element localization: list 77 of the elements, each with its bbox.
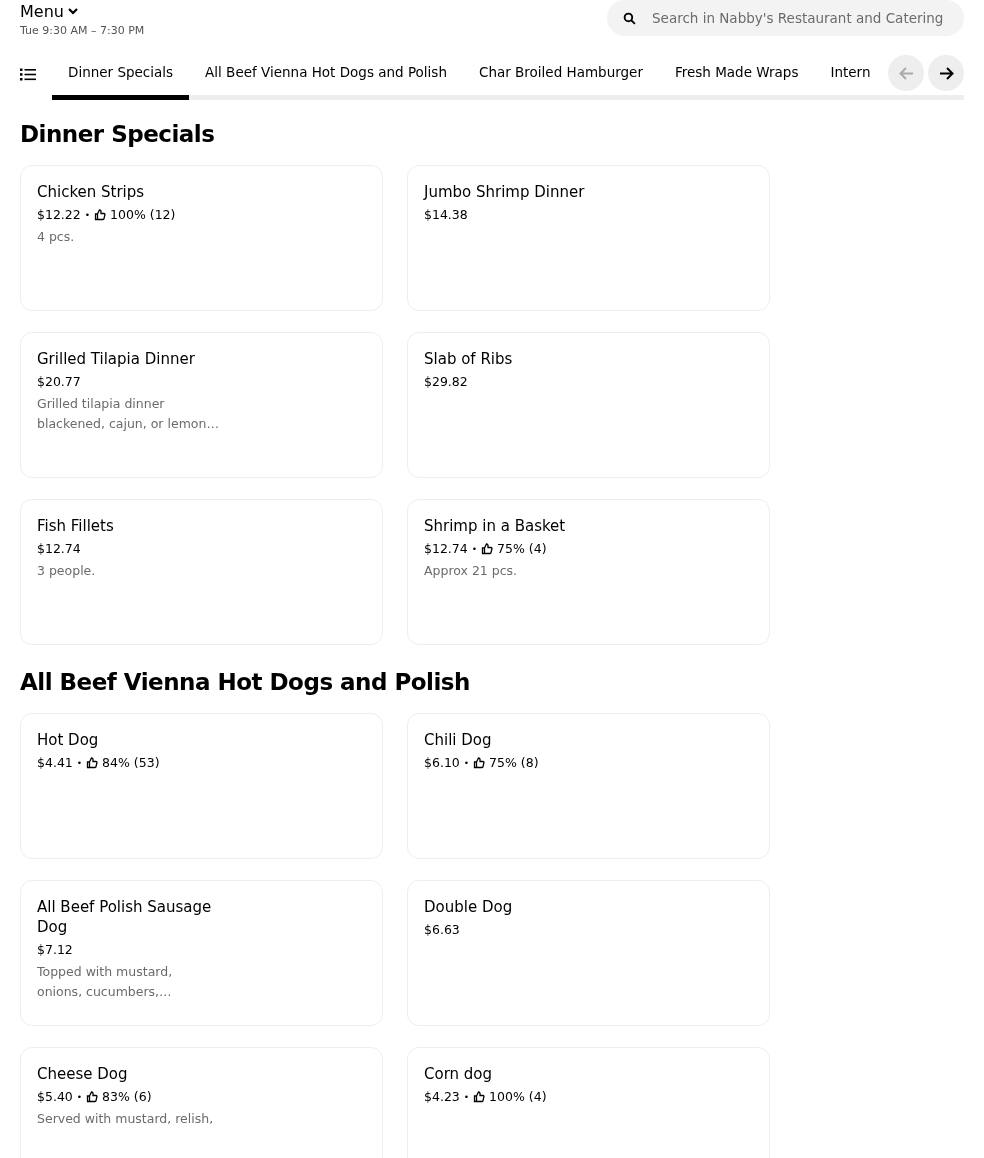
item-price: $12.22	[37, 206, 81, 224]
item-description: Topped with mustard, onions, cucumbers,…	[37, 963, 174, 1001]
menu-dropdown[interactable]: Menu	[20, 0, 78, 21]
arrow-right-icon	[938, 66, 954, 80]
item-description: 4 pcs.	[37, 228, 76, 246]
item-price: $12.74	[37, 540, 81, 558]
separator-dot: •	[76, 757, 83, 770]
arrow-left-icon	[898, 66, 914, 80]
item-name: Double Dog	[424, 897, 514, 917]
item-price: $6.63	[424, 921, 460, 939]
item-price: $5.40	[37, 1088, 73, 1106]
item-name: Jumbo Shrimp Dinner	[424, 182, 586, 202]
item-name: All Beef Polish Sausage Dog	[37, 897, 213, 937]
separator-dot: •	[463, 757, 470, 770]
separator-dot: •	[76, 1091, 83, 1104]
item-price: $4.41	[37, 754, 73, 772]
item-name: Hot Dog	[37, 730, 100, 750]
item-description: Grilled tilapia dinner blackened, cajun, or lemon…	[37, 395, 219, 433]
menu-item-card[interactable]: Jumbo Shrimp Dinner $14.38	[407, 165, 770, 311]
item-description: Served with mustard, relish,	[37, 1110, 215, 1128]
item-name: Chili Dog	[424, 730, 493, 750]
menu-item-card[interactable]: All Beef Polish Sausage Dog $7.12 Topped with mustard, onions, cucumbers,…	[20, 880, 383, 1026]
separator-dot: •	[463, 1091, 470, 1104]
item-name: Shrimp in a Basket	[424, 516, 567, 536]
item-rating: 100% (4)	[489, 1088, 547, 1106]
list-icon[interactable]	[20, 67, 36, 81]
search-input[interactable]: Search in Nabby's Restaurant and Catering	[650, 9, 948, 27]
item-rating: 75% (4)	[497, 540, 547, 558]
item-price: $6.10	[424, 754, 460, 772]
category-tab[interactable]: Fresh Made Wraps	[658, 48, 815, 100]
item-price: $14.38	[424, 206, 468, 224]
item-price: $4.23	[424, 1088, 460, 1106]
next-button[interactable]	[928, 55, 964, 91]
item-price: $7.12	[37, 941, 73, 959]
separator-dot: •	[471, 543, 478, 556]
category-tab[interactable]: Dinner Specials	[52, 48, 190, 100]
menu-item-card[interactable]: Grilled Tilapia Dinner $20.77 Grilled tilapia dinner blackened, cajun, or lemon…	[20, 332, 383, 478]
item-price: $29.82	[424, 373, 468, 391]
item-description: Approx 21 pcs.	[424, 562, 519, 580]
chevron-down-icon	[67, 8, 78, 15]
menu-item-card[interactable]: Slab of Ribs $29.82	[407, 332, 770, 478]
menu-item-card[interactable]: Fish Fillets $12.74 3 people.	[20, 499, 383, 645]
thumbs-up-icon	[86, 1091, 99, 1103]
search-field[interactable]: Search in Nabby's Restaurant and Catering	[607, 0, 964, 36]
thumbs-up-icon	[473, 757, 486, 769]
item-rating: 100% (12)	[110, 206, 176, 224]
item-name: Chicken Strips	[37, 182, 146, 202]
item-rating: 75% (8)	[489, 754, 539, 772]
item-name: Fish Fillets	[37, 516, 115, 536]
thumbs-up-icon	[473, 1091, 486, 1103]
item-name: Slab of Ribs	[424, 349, 514, 369]
item-description: 3 people.	[37, 562, 97, 580]
menu-item-card[interactable]: Double Dog $6.63	[407, 880, 770, 1026]
thumbs-up-icon	[86, 757, 99, 769]
menu-item-card[interactable]: Corn dog $4.23 • 100% (4)	[407, 1047, 770, 1158]
opening-hours: Tue 9:30 AM – 7:30 PM	[20, 24, 145, 37]
separator-dot: •	[84, 209, 91, 222]
item-rating: 84% (53)	[102, 754, 160, 772]
section-heading: Dinner Specials	[20, 121, 216, 147]
category-tab[interactable]: All Beef Vienna Hot Dogs and Polish	[189, 48, 463, 100]
item-name: Grilled Tilapia Dinner	[37, 349, 196, 369]
menu-item-card[interactable]: Chicken Strips $12.22 • 100% (12) 4 pcs.	[20, 165, 383, 311]
menu-item-card[interactable]: Hot Dog $4.41 • 84% (53)	[20, 713, 383, 859]
menu-item-card[interactable]: Chili Dog $6.10 • 75% (8)	[407, 713, 770, 859]
category-tab[interactable]: Char Broiled Hamburger	[462, 48, 659, 100]
menu-item-card[interactable]: Shrimp in a Basket $12.74 • 75% (4) Approx 21 pcs.	[407, 499, 770, 645]
item-rating: 83% (6)	[102, 1088, 152, 1106]
thumbs-up-icon	[481, 543, 494, 555]
item-name: Cheese Dog	[37, 1064, 129, 1084]
thumbs-up-icon	[94, 209, 107, 221]
item-name: Corn dog	[424, 1064, 494, 1084]
search-icon	[623, 11, 636, 25]
section-heading: All Beef Vienna Hot Dogs and Polish	[20, 669, 471, 695]
category-tab[interactable]: Intern	[814, 48, 887, 100]
item-price: $20.77	[37, 373, 81, 391]
item-price: $12.74	[424, 540, 468, 558]
menu-item-card[interactable]: Cheese Dog $5.40 • 83% (6) Served with mustard, relish,	[20, 1047, 383, 1158]
